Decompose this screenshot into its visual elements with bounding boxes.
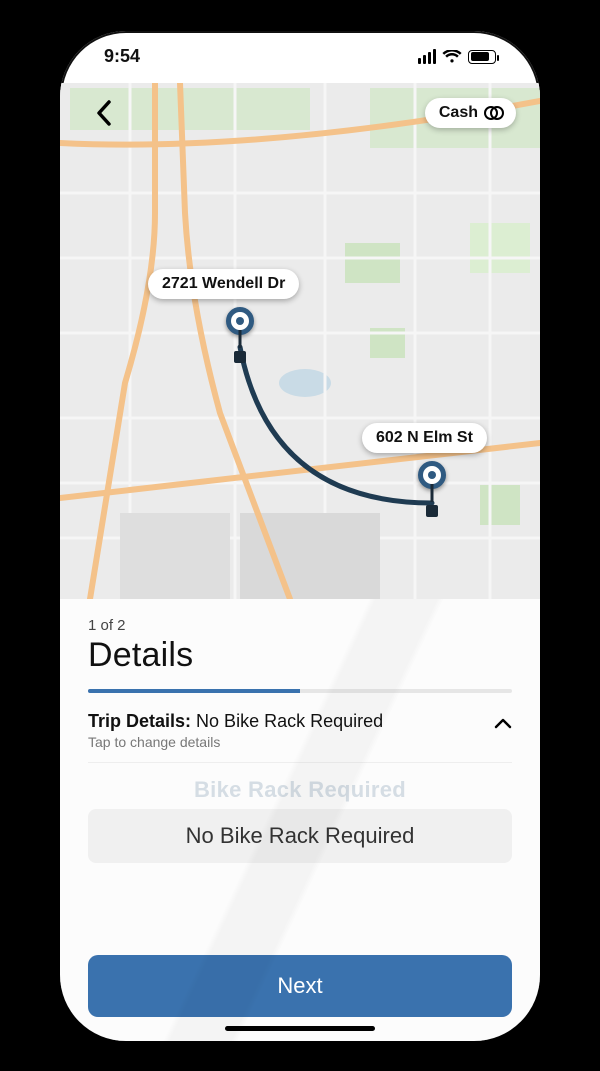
trip-details-value: No Bike Rack Required bbox=[196, 711, 383, 731]
origin-address-bubble[interactable]: 2721 Wendell Dr bbox=[148, 269, 299, 299]
trip-details-label: Trip Details: bbox=[88, 711, 191, 731]
next-button-label: Next bbox=[277, 973, 322, 998]
origin-endcap bbox=[234, 351, 246, 363]
next-button[interactable]: Next bbox=[88, 955, 512, 1017]
status-bar: 9:54 bbox=[60, 31, 540, 83]
sheet-title: Details bbox=[88, 636, 512, 675]
phone-frame: 9:54 bbox=[60, 31, 540, 1041]
destination-address-bubble[interactable]: 602 N Elm St bbox=[362, 423, 487, 453]
map-view[interactable]: Cash 2721 Wendell Dr 602 N Elm St bbox=[60, 83, 540, 599]
battery-icon bbox=[468, 50, 496, 64]
status-time: 9:54 bbox=[104, 46, 140, 67]
destination-address-text: 602 N Elm St bbox=[376, 429, 473, 446]
home-indicator[interactable] bbox=[225, 1026, 375, 1031]
progress-bar bbox=[88, 689, 512, 693]
origin-address-text: 2721 Wendell Dr bbox=[162, 275, 285, 292]
cellular-signal-icon bbox=[418, 49, 436, 64]
status-right-cluster bbox=[418, 49, 496, 64]
coins-icon bbox=[484, 105, 504, 121]
destination-pin[interactable] bbox=[418, 461, 446, 489]
picker-option-ghost[interactable]: Bike Rack Required bbox=[88, 777, 512, 803]
chevron-up-icon bbox=[494, 717, 512, 729]
bike-rack-picker[interactable]: Bike Rack Required No Bike Rack Required bbox=[88, 771, 512, 869]
destination-endcap bbox=[426, 505, 438, 517]
payment-method-pill[interactable]: Cash bbox=[425, 98, 516, 128]
step-counter: 1 of 2 bbox=[88, 617, 512, 634]
trip-details-row[interactable]: Trip Details: No Bike Rack Required Tap … bbox=[88, 711, 512, 763]
payment-method-label: Cash bbox=[439, 104, 478, 122]
trip-details-title: Trip Details: No Bike Rack Required bbox=[88, 711, 383, 732]
map-tiles bbox=[60, 83, 540, 599]
wifi-icon bbox=[442, 50, 462, 64]
picker-option-selected[interactable]: No Bike Rack Required bbox=[88, 809, 512, 863]
trip-details-subtext: Tap to change details bbox=[88, 734, 383, 750]
origin-pin[interactable] bbox=[226, 307, 254, 335]
back-button[interactable] bbox=[84, 93, 124, 133]
bottom-sheet: 1 of 2 Details Trip Details: No Bike Rac… bbox=[60, 599, 540, 1041]
chevron-left-icon bbox=[96, 100, 112, 126]
